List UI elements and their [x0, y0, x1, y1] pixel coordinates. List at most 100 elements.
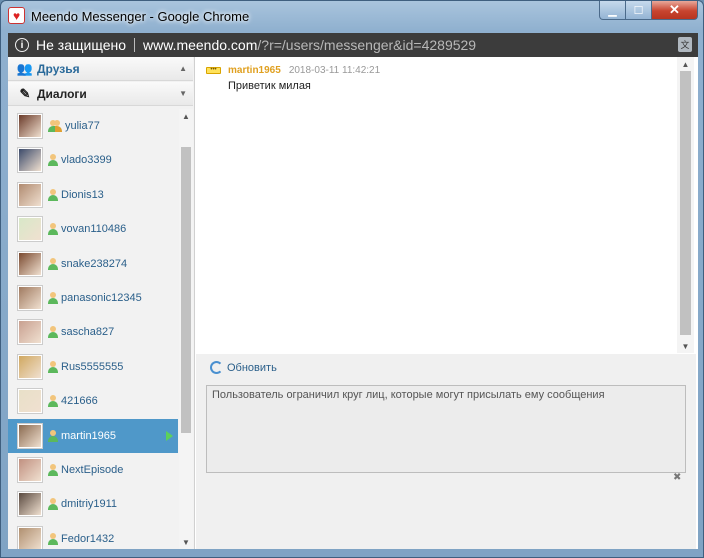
title-bar[interactable]: ♥ Meendo Messenger - Google Chrome ▁ ☐ ✕ [1, 1, 703, 31]
friends-label: Друзья [37, 61, 80, 76]
message-author[interactable]: martin1965 [228, 65, 281, 76]
minimize-button[interactable]: ▁ [599, 1, 626, 20]
avatar-image [19, 252, 41, 275]
contact-name[interactable]: NextEpisode [61, 464, 123, 476]
dialogs-header[interactable]: ✎ Диалоги ▼ [8, 82, 193, 106]
avatar[interactable] [17, 216, 43, 243]
avatar[interactable] [17, 113, 43, 139]
avatar-image [19, 287, 41, 309]
info-icon[interactable]: i [15, 38, 29, 52]
chevron-up-icon: ▲ [179, 64, 187, 73]
scroll-thumb[interactable] [181, 147, 191, 433]
avatar-image [19, 527, 41, 549]
user-status-icon [48, 498, 58, 511]
contact-item[interactable]: Dionis13 [8, 178, 178, 212]
user-status-icon [48, 395, 58, 408]
contact-item[interactable]: vlado3399 [8, 143, 178, 177]
heart-icon: ♥ [8, 7, 25, 24]
browser-window: ♥ Meendo Messenger - Google Chrome ▁ ☐ ✕… [0, 0, 704, 558]
user-status-icon [48, 532, 58, 545]
sidebar: 👥 Друзья ▲ ✎ Диалоги ▼ yulia77 vlado3399 D… [8, 57, 195, 549]
avatar[interactable] [17, 147, 43, 174]
avatar[interactable] [17, 181, 43, 208]
url-path[interactable]: /?r=/users/messenger&id=4289529 [257, 37, 476, 53]
close-icon[interactable]: ✖ [673, 472, 681, 483]
user-status-icon [48, 360, 58, 373]
contact-name[interactable]: Rus5555555 [61, 361, 123, 373]
contact-name[interactable]: Dionis13 [61, 189, 104, 201]
address-bar[interactable]: i Не защищено www.meendo.com/?r=/users/m… [8, 33, 698, 57]
scroll-down-icon[interactable]: ▼ [677, 339, 694, 353]
contact-name[interactable]: snake238274 [61, 258, 127, 270]
chevron-down-icon: ▼ [179, 89, 187, 98]
contact-name[interactable]: vlado3399 [61, 154, 112, 166]
url-host[interactable]: www.meendo.com [143, 37, 257, 53]
contact-name[interactable]: vovan110486 [61, 223, 126, 235]
active-indicator-icon [166, 430, 173, 441]
contact-name[interactable]: 421666 [61, 395, 98, 407]
user-status-icon [48, 154, 58, 167]
contact-name[interactable]: sascha827 [61, 326, 114, 338]
message-time: 2018-03-11 11:42:21 [288, 65, 381, 76]
contact-item[interactable]: dmitriy1911 [8, 487, 178, 521]
contact-item[interactable]: Fedor1432 [8, 522, 178, 549]
compose-area: Обновить Пользователь ограничил круг лиц… [196, 354, 696, 549]
contact-item[interactable]: snake238274 [8, 247, 178, 281]
avatar[interactable] [17, 491, 43, 518]
scroll-down-icon[interactable]: ▼ [179, 535, 193, 549]
message-text: Приветик милая [228, 80, 311, 92]
contact-name[interactable]: yulia77 [65, 120, 100, 132]
sidebar-scrollbar[interactable]: ▲ ▼ [179, 109, 193, 549]
contact-list: yulia77 vlado3399 Dionis13 vovan110486 snake… [8, 109, 178, 549]
avatar-image [19, 149, 41, 172]
contact-item[interactable]: yulia77 [8, 109, 178, 143]
refresh-button[interactable]: Обновить [210, 361, 277, 374]
user-status-icon [48, 188, 58, 201]
avatar[interactable] [17, 353, 43, 380]
contact-item[interactable]: vovan110486 [8, 212, 178, 246]
refresh-label: Обновить [227, 361, 277, 374]
avatar-image [19, 459, 41, 481]
close-button[interactable]: ✕ [652, 1, 698, 20]
dialogs-label: Диалоги [37, 86, 87, 101]
scroll-thumb[interactable] [680, 71, 691, 335]
contact-item[interactable]: Rus5555555 [8, 350, 178, 384]
avatar-image [19, 390, 41, 413]
avatar[interactable] [17, 319, 43, 346]
friends-header[interactable]: 👥 Друзья ▲ [8, 57, 193, 81]
contact-name[interactable]: dmitriy1911 [61, 498, 117, 510]
contact-item[interactable]: martin1965 [8, 418, 178, 453]
avatar-image [19, 493, 41, 516]
avatar[interactable] [17, 388, 43, 415]
maximize-button[interactable]: ☐ [626, 1, 652, 20]
page-content: 👥 Друзья ▲ ✎ Диалоги ▼ yulia77 vlado3399 D… [8, 57, 698, 549]
user-status-icon [48, 429, 58, 442]
contact-name[interactable]: panasonic12345 [61, 292, 142, 304]
contact-item[interactable]: panasonic12345 [8, 281, 178, 315]
translate-icon[interactable]: 文 [678, 37, 692, 52]
avatar-image [19, 115, 41, 137]
divider [134, 38, 135, 52]
contact-item[interactable]: NextEpisode [8, 453, 178, 487]
contact-name[interactable]: martin1965 [61, 430, 116, 442]
avatar[interactable] [17, 422, 43, 449]
scroll-up-icon[interactable]: ▲ [179, 109, 193, 123]
avatar-image [19, 424, 41, 447]
user-status-icon [48, 464, 58, 476]
avatar[interactable] [17, 285, 43, 311]
contact-item[interactable]: sascha827 [8, 315, 178, 349]
message-input[interactable]: Пользователь ограничил круг лиц, которые… [206, 385, 686, 473]
window-controls: ▁ ☐ ✕ [599, 1, 698, 20]
chat-scrollbar[interactable]: ▲ ▼ [677, 57, 694, 353]
avatar[interactable] [17, 525, 43, 549]
avatar[interactable] [17, 250, 43, 277]
scroll-up-icon[interactable]: ▲ [677, 57, 694, 71]
pencil-icon: ✎ [19, 85, 31, 101]
contact-name[interactable]: Fedor1432 [61, 533, 114, 545]
user-status-icon [48, 120, 62, 132]
message-area: ••• martin1965 2018-03-11 11:42:21 Приве… [196, 57, 696, 353]
avatar[interactable] [17, 457, 43, 483]
message-header: ••• martin1965 2018-03-11 11:42:21 [206, 65, 380, 76]
contact-item[interactable]: 421666 [8, 384, 178, 418]
security-label[interactable]: Не защищено [36, 37, 126, 53]
